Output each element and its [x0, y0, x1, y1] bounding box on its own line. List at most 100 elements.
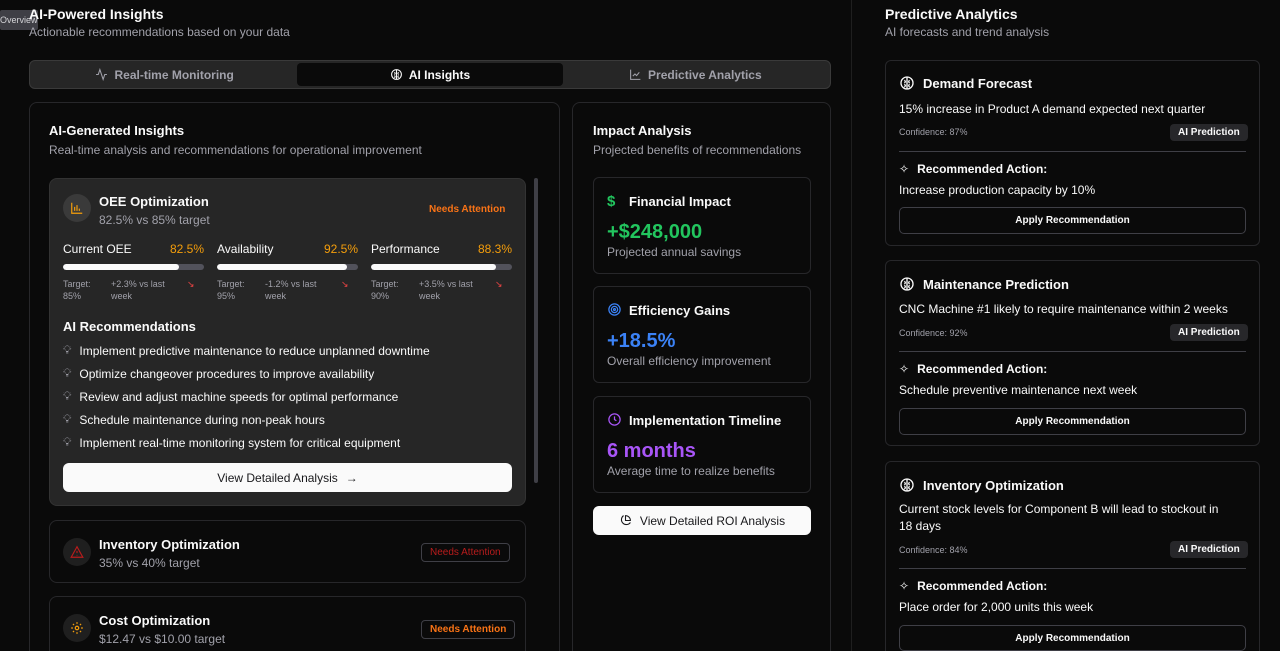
recommendation-text: Optimize changeover procedures to improv…	[79, 366, 375, 381]
timeline-title: Implementation Timeline	[629, 413, 782, 428]
divider	[899, 568, 1246, 569]
sparkles-icon: ✧	[899, 579, 910, 593]
tab-bar: Real-time Monitoring AI Insights Predict…	[29, 60, 831, 89]
card-title-text: Maintenance Prediction	[923, 276, 1069, 292]
metric-target: Target: 85%	[63, 279, 91, 301]
divider	[851, 0, 852, 651]
trend-down-icon: ↘	[341, 279, 349, 289]
apply-recommendation-button[interactable]: Apply Recommendation	[899, 207, 1246, 234]
card-title: Maintenance Prediction	[899, 276, 1069, 292]
metric-label: Availability	[217, 242, 274, 256]
lightbulb-icon: 💡︎	[63, 412, 72, 426]
tab-label: Real-time Monitoring	[114, 67, 234, 82]
predictive-subtitle: AI forecasts and trend analysis	[885, 25, 1050, 39]
insights-subtitle: Real-time analysis and recommendations f…	[49, 143, 422, 157]
cost-subtitle: $12.47 vs $10.00 target	[99, 632, 226, 646]
metric-target: Target: 95%	[217, 279, 245, 301]
efficiency-note: Overall efficiency improvement	[607, 354, 771, 368]
trend-down-icon: ↘	[187, 279, 195, 289]
recommendation-text: Implement predictive maintenance to redu…	[79, 343, 430, 358]
recommendation-text: Implement real-time monitoring system fo…	[79, 435, 401, 450]
lightbulb-icon: 💡︎	[63, 343, 72, 357]
action-label-text: Recommended Action:	[917, 162, 1048, 176]
dollar-icon: $	[607, 193, 616, 210]
progress-bar	[217, 264, 358, 270]
metric-trend: +3.5% vs last week	[419, 279, 473, 301]
metric-label: Performance	[371, 242, 440, 256]
trend-down-icon: ↘	[495, 279, 503, 289]
card-title-text: Demand Forecast	[923, 75, 1033, 91]
tab-ai-insights[interactable]: AI Insights	[297, 63, 563, 86]
lightbulb-icon: 💡︎	[63, 389, 72, 403]
action-text: Place order for 2,000 units this week	[899, 600, 1094, 614]
tab-realtime-monitoring[interactable]: Real-time Monitoring	[32, 63, 297, 86]
bar-chart-icon	[63, 194, 91, 222]
efficiency-title: Efficiency Gains	[629, 303, 731, 318]
list-item: 💡︎ Review and adjust machine speeds for o…	[63, 385, 503, 408]
brain-icon	[390, 69, 402, 80]
line-chart-icon	[630, 69, 641, 80]
action-label-text: Recommended Action:	[917, 362, 1048, 376]
insights-title: AI-Generated Insights	[49, 123, 185, 138]
brain-icon	[900, 478, 914, 492]
action-label: ✧ Recommended Action:	[899, 162, 1047, 176]
progress-bar	[63, 264, 204, 270]
timeline-value: 6 months	[607, 440, 696, 462]
oee-title: OEE Optimization	[99, 194, 209, 209]
scrollbar[interactable]	[534, 178, 538, 483]
brain-icon	[900, 277, 914, 291]
recommendations-list: 💡︎ Implement predictive maintenance to re…	[63, 339, 503, 454]
metric-current-oee: Current OEE 82.5% Target: 85% +2.3% vs la…	[63, 242, 204, 302]
list-item: 💡︎ Implement real-time monitoring system …	[63, 431, 503, 454]
card-description: 15% increase in Product A demand expecte…	[899, 102, 1206, 116]
financial-title: Financial Impact	[629, 194, 731, 209]
metric-value: 82.5%	[169, 242, 204, 256]
progress-bar	[371, 264, 512, 270]
recommendation-text: Schedule maintenance during non-peak hou…	[79, 412, 325, 427]
ai-prediction-badge: AI Prediction	[1170, 541, 1248, 558]
page-title: AI-Powered Insights	[29, 6, 164, 22]
metric-trend: -1.2% vs last week	[265, 279, 317, 301]
metric-trend: +2.3% vs last week	[111, 279, 165, 301]
action-label: ✧ Recommended Action:	[899, 579, 1047, 593]
tab-label: Predictive Analytics	[648, 67, 762, 82]
activity-icon	[96, 68, 108, 81]
brain-icon	[900, 76, 914, 90]
status-badge: Needs Attention	[429, 204, 506, 215]
view-detailed-analysis-button[interactable]: View Detailed Analysis →	[63, 463, 512, 492]
list-item: 💡︎ Optimize changeover procedures to impr…	[63, 362, 503, 385]
list-item: 💡︎ Schedule maintenance during non-peak h…	[63, 408, 503, 431]
confidence-text: Confidence: 92%	[899, 328, 968, 338]
card-title-text: Inventory Optimization	[923, 477, 1064, 493]
oee-subtitle: 82.5% vs 85% target	[99, 213, 210, 227]
ai-prediction-badge: AI Prediction	[1170, 124, 1248, 141]
metric-label: Current OEE	[63, 242, 132, 256]
apply-recommendation-button[interactable]: Apply Recommendation	[899, 625, 1246, 651]
metric-target: Target: 90%	[371, 279, 399, 301]
card-description: CNC Machine #1 likely to require mainten…	[899, 302, 1228, 316]
pie-chart-icon	[620, 515, 631, 526]
lightbulb-icon: 💡︎	[63, 366, 72, 380]
action-text: Increase production capacity by 10%	[899, 183, 1096, 197]
alert-triangle-icon	[63, 538, 91, 566]
cost-title: Cost Optimization	[99, 613, 211, 628]
target-icon	[607, 302, 622, 320]
action-label: ✧ Recommended Action:	[899, 362, 1047, 376]
recommendations-title: AI Recommendations	[63, 319, 196, 334]
sparkles-icon: ✧	[899, 362, 910, 376]
sparkles-icon: ✧	[899, 162, 910, 176]
timeline-note: Average time to realize benefits	[607, 464, 775, 478]
view-roi-analysis-button[interactable]: View Detailed ROI Analysis	[593, 506, 811, 535]
confidence-text: Confidence: 87%	[899, 127, 968, 137]
impact-title: Impact Analysis	[593, 123, 692, 138]
tab-predictive-analytics[interactable]: Predictive Analytics	[563, 63, 828, 86]
inventory-subtitle: 35% vs 40% target	[99, 556, 200, 570]
gear-icon	[63, 614, 91, 642]
confidence-text: Confidence: 84%	[899, 545, 968, 555]
list-item: 💡︎ Implement predictive maintenance to re…	[63, 339, 503, 362]
clock-icon	[607, 412, 622, 430]
card-title: Demand Forecast	[899, 75, 1032, 91]
financial-value: +$248,000	[607, 221, 703, 243]
financial-note: Projected annual savings	[607, 245, 742, 259]
apply-recommendation-button[interactable]: Apply Recommendation	[899, 408, 1246, 435]
